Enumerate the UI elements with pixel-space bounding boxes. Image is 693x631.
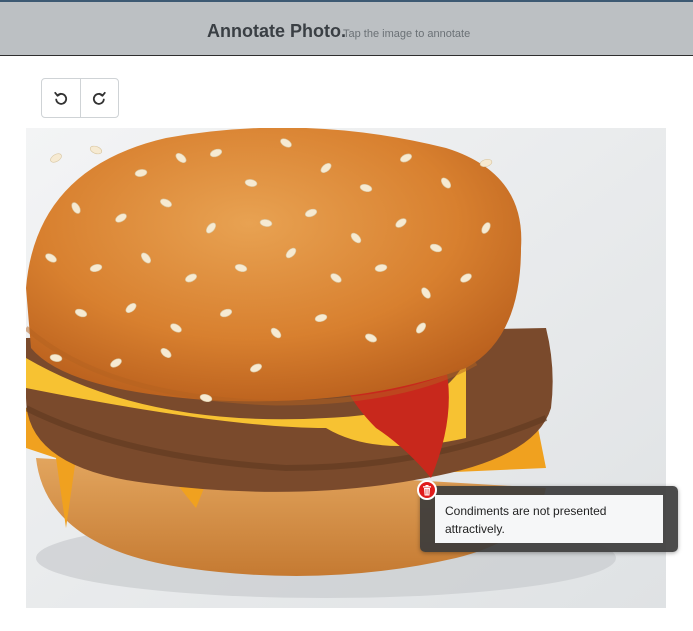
annotation-popup: Condiments are not presented attractivel… — [420, 486, 678, 552]
annotation-text[interactable]: Condiments are not presented attractivel… — [435, 495, 663, 543]
history-button-group — [41, 78, 119, 118]
trash-icon — [423, 484, 431, 495]
redo-icon — [93, 91, 106, 105]
undo-icon — [54, 91, 67, 105]
annotation-delete-button[interactable] — [417, 480, 437, 500]
redo-button[interactable] — [79, 79, 119, 117]
undo-button[interactable] — [42, 79, 80, 117]
page-title: Annotate Photo. — [207, 21, 346, 41]
header-bar: Annotate Photo. Tap the image to annotat… — [0, 0, 693, 56]
instruction-hint: Tap the image to annotate — [343, 28, 471, 40]
